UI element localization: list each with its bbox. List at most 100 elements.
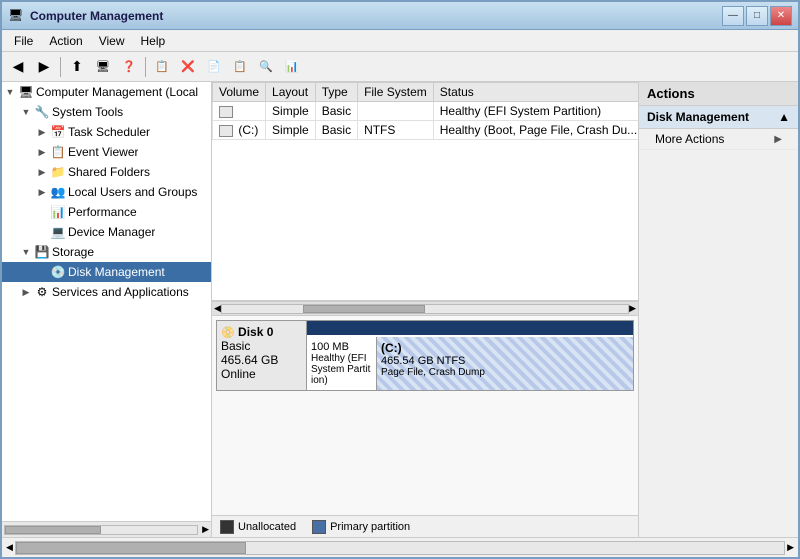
maximize-button[interactable]: □ [746, 6, 768, 26]
window-icon: 🖥 [8, 8, 24, 24]
left-scroll-thumb[interactable] [5, 526, 101, 534]
scroll-left-btn[interactable]: ◀ [214, 303, 221, 314]
table-row[interactable]: (C:) Simple Basic NTFS Healthy (Boot, Pa… [213, 121, 639, 140]
expand-services[interactable]: ▶ [18, 284, 34, 300]
legend-primary: Primary partition [312, 520, 410, 534]
minimize-button[interactable]: — [722, 6, 744, 26]
label-local-users: Local Users and Groups [68, 185, 197, 199]
tree-item-storage[interactable]: ▼ 💾 Storage [2, 242, 211, 262]
icon-services: ⚙ [34, 284, 50, 300]
tree-item-task-scheduler[interactable]: ▶ 📅 Task Scheduler [2, 122, 211, 142]
c-desc: Page File, Crash Dump [381, 367, 629, 378]
action-more-label: More Actions [655, 132, 724, 146]
status-scroll-track [15, 541, 785, 555]
window-controls: — □ ✕ [722, 6, 792, 26]
toolbar-sep-2 [145, 57, 146, 77]
copy-button[interactable]: 📋 [228, 55, 252, 79]
legend-label-primary: Primary partition [330, 521, 410, 533]
left-panel: ▼ 🖥 Computer Management (Local ▼ 🔧 Syste… [2, 82, 212, 537]
actions-header: Actions [639, 82, 798, 106]
main-window: 🖥 Computer Management — □ ✕ File Action … [0, 0, 800, 559]
icon-performance: 📊 [50, 204, 66, 220]
icon-disk-management: 💿 [50, 264, 66, 280]
title-bar-left: 🖥 Computer Management [8, 8, 163, 24]
status-bar: ◀ ▶ [2, 537, 798, 557]
efi-size: 100 MB [311, 341, 372, 353]
tree-root[interactable]: ▼ 🖥 Computer Management (Local [2, 82, 211, 102]
status-scroll-left[interactable]: ◀ [6, 542, 13, 553]
show-help-button[interactable]: 🖥 [91, 55, 115, 79]
up-button[interactable]: ⬆ [65, 55, 89, 79]
action-more-actions[interactable]: More Actions ▶ [639, 129, 798, 150]
table-area: Volume Layout Type File System Status [212, 82, 638, 301]
label-services: Services and Applications [52, 285, 189, 299]
status-scroll-right[interactable]: ▶ [787, 542, 794, 553]
disk-type: Basic [221, 339, 302, 353]
search-button[interactable]: 🔍 [254, 55, 278, 79]
expand-event-viewer[interactable]: ▶ [34, 144, 50, 160]
export-button[interactable]: 📊 [280, 55, 304, 79]
toolbar: ◀ ▶ ⬆ 🖥 ❓ 📋 ❌ 📄 📋 🔍 📊 [2, 52, 798, 82]
partition-efi[interactable]: 100 MB Healthy (EFI System Partition) [307, 337, 377, 390]
disk-partitions-content: 100 MB Healthy (EFI System Partition) (C… [307, 337, 633, 390]
tree-item-disk-management[interactable]: ▶ 💿 Disk Management [2, 262, 211, 282]
help-button[interactable]: ❓ [117, 55, 141, 79]
cell-filesystem-0 [358, 102, 434, 121]
tree-item-local-users[interactable]: ▶ 👥 Local Users and Groups [2, 182, 211, 202]
close-button[interactable]: ✕ [770, 6, 792, 26]
expand-task-scheduler[interactable]: ▶ [34, 124, 50, 140]
action-section-disk[interactable]: Disk Management ▲ [639, 106, 798, 129]
forward-button[interactable]: ▶ [32, 55, 56, 79]
col-status: Status [433, 83, 638, 102]
cell-filesystem-1: NTFS [358, 121, 434, 140]
cell-type-0: Basic [315, 102, 357, 121]
scroll-right-btn[interactable]: ▶ [629, 303, 636, 314]
cell-layout-0: Simple [266, 102, 316, 121]
tree-item-system-tools[interactable]: ▼ 🔧 System Tools [2, 102, 211, 122]
cell-type-1: Basic [315, 121, 357, 140]
delete-button[interactable]: ❌ [176, 55, 200, 79]
new-window-button[interactable]: 📋 [150, 55, 174, 79]
action-section-label: Disk Management [647, 110, 749, 124]
disk-size: 465.64 GB [221, 353, 302, 367]
legend-box-primary [312, 520, 326, 534]
tree-item-shared-folders[interactable]: ▶ 📁 Shared Folders [2, 162, 211, 182]
expand-system-tools[interactable]: ▼ [18, 104, 34, 120]
properties-button[interactable]: 📄 [202, 55, 226, 79]
menu-help[interactable]: Help [133, 32, 174, 50]
cell-volume-0 [213, 102, 266, 121]
left-panel-scrollbar[interactable]: ▶ [2, 521, 211, 537]
back-button[interactable]: ◀ [6, 55, 30, 79]
disk-0-info: 📀 Disk 0 Basic 465.64 GB Online [217, 321, 307, 390]
tree-item-services[interactable]: ▶ ⚙ Services and Applications [2, 282, 211, 302]
legend-label-unallocated: Unallocated [238, 521, 296, 533]
menu-action[interactable]: Action [41, 32, 90, 50]
scroll-track [221, 304, 629, 314]
disk-partitions-inner: 100 MB Healthy (EFI System Partition) (C… [307, 321, 633, 390]
tree-expand-root[interactable]: ▼ [2, 84, 18, 100]
table-row[interactable]: Simple Basic Healthy (EFI System Partiti… [213, 102, 639, 121]
table-scrollbar[interactable]: ◀ ▶ [212, 301, 638, 315]
tree-item-event-viewer[interactable]: ▶ 📋 Event Viewer [2, 142, 211, 162]
label-shared-folders: Shared Folders [68, 165, 150, 179]
label-disk-management: Disk Management [68, 265, 165, 279]
expand-local-users[interactable]: ▶ [34, 184, 50, 200]
expand-storage[interactable]: ▼ [18, 244, 34, 260]
left-scroll-right[interactable]: ▶ [200, 524, 211, 535]
legend-unallocated: Unallocated [220, 520, 296, 534]
action-section-arrow: ▲ [778, 110, 790, 124]
window-title: Computer Management [30, 9, 163, 23]
legend: Unallocated Primary partition [212, 515, 638, 537]
tree-item-performance[interactable]: ▶ 📊 Performance [2, 202, 211, 222]
partition-c[interactable]: (C:) 465.54 GB NTFS Page File, Crash Dum… [377, 337, 633, 390]
expand-shared-folders[interactable]: ▶ [34, 164, 50, 180]
col-volume: Volume [213, 83, 266, 102]
menu-view[interactable]: View [91, 32, 133, 50]
scroll-thumb[interactable] [303, 305, 425, 313]
icon-local-users: 👥 [50, 184, 66, 200]
tree-item-device-manager[interactable]: ▶ 💻 Device Manager [2, 222, 211, 242]
status-scroll-thumb[interactable] [16, 542, 246, 554]
icon-storage: 💾 [34, 244, 50, 260]
menu-file[interactable]: File [6, 32, 41, 50]
label-event-viewer: Event Viewer [68, 145, 138, 159]
